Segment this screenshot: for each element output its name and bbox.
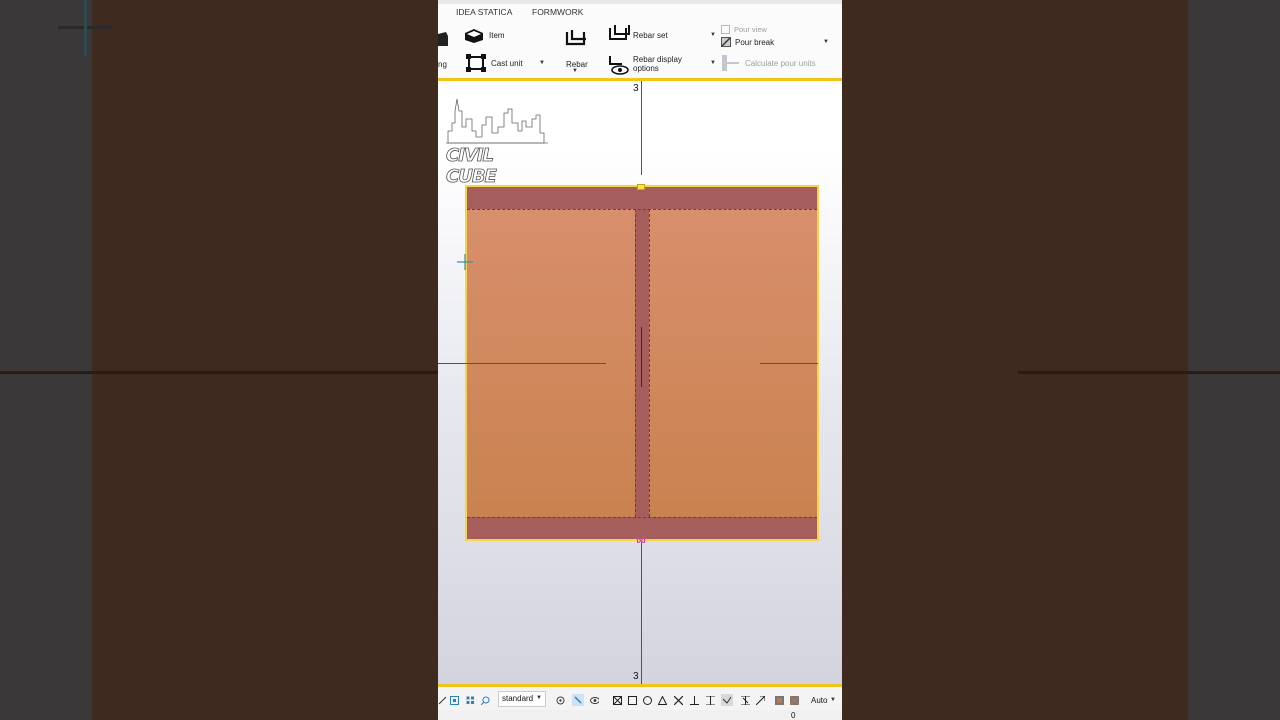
snap-perpendicular-icon[interactable] [690,696,699,705]
pour-break-icon[interactable] [721,37,731,47]
snap-arrow-icon[interactable] [756,696,765,705]
tab-formwork[interactable]: FORMWORK [532,7,583,17]
grid-line-vertical-bottom [641,541,642,684]
background-grid-line [0,371,438,374]
pour-view-icon [721,25,730,34]
snap-intersection-icon[interactable] [674,696,683,705]
cast-unit-button[interactable]: Cast unit [491,59,523,68]
snap-component-icon[interactable] [790,696,799,705]
rebar-display-label-line1: Rebar display [633,55,682,64]
background-strip-right [1188,0,1280,720]
pour-break-button[interactable]: Pour break [735,38,774,47]
pour-view-button: Pour view [734,25,767,34]
background-left [0,0,438,720]
pour-break-dropdown-icon[interactable]: ▼ [823,39,829,45]
snap-line-extension-icon[interactable] [706,696,715,705]
calculate-pour-units-icon [722,55,739,71]
partial-button-label: ng [438,60,447,69]
auto-select[interactable]: Auto [811,696,827,705]
rebar-display-label-line2: options [633,64,659,73]
start-handle-icon[interactable] [637,184,645,190]
dashed-edge-web-left [635,209,636,517]
city-skyline-icon [446,98,548,144]
logo-text: CIVIL CUBE [446,145,498,188]
snap-geometry-icon[interactable] [628,696,637,705]
tab-idea-statica[interactable]: IDEA STATICA [456,7,512,17]
coordinate-readout: 0 [791,711,796,720]
filter-select-value: standard [502,694,534,703]
filter-select[interactable]: standard ▼ [498,691,546,707]
grid-line-horizontal-left [438,363,606,364]
background-strip-left [0,0,92,720]
background-grid-line-right [1018,371,1280,374]
cursor-crosshair-icon [457,254,473,270]
zoom-icon[interactable] [481,696,490,705]
model-view[interactable]: 3 3 CIVIL CUBE [438,81,842,684]
snap-reference-icon[interactable] [613,696,622,705]
civil-cube-logo: CIVIL CUBE [446,97,548,187]
select-components-icon[interactable] [450,696,459,705]
grid-line-vertical-center [641,327,642,387]
rebar-dropdown-icon[interactable]: ▼ [572,68,578,74]
snap-free-icon[interactable] [741,696,750,705]
grid-line-vertical-top [641,81,642,175]
dashed-edge-top [467,209,817,210]
cast-unit-dropdown-icon[interactable]: ▼ [539,60,545,66]
rebar-set-dropdown-icon[interactable]: ▼ [710,32,716,38]
item-icon[interactable] [463,26,485,44]
rebar-display-eye-icon[interactable] [608,54,630,76]
ribbon-top-edge [438,0,842,4]
grid-label-top: 3 [633,83,639,94]
auto-select-dropdown-icon[interactable]: ▼ [830,697,836,703]
snap-center-icon[interactable] [643,696,652,705]
cast-unit-icon[interactable] [466,54,486,72]
rebar-set-icon[interactable] [607,24,631,44]
end-handle-icon[interactable] [637,537,645,543]
select-objects-icon[interactable] [466,696,475,705]
snap-midpoint-icon[interactable] [658,696,667,705]
ribbon: IDEA STATICA FORMWORK ng Item Cast unit … [438,0,842,81]
background-right [842,0,1280,720]
grid-label-bottom: 3 [633,671,639,682]
filter-select-dropdown-icon: ▼ [536,695,542,701]
calculate-pour-units-button: Calculate pour units [745,59,816,68]
item-button[interactable]: Item [489,31,505,40]
tekla-window: IDEA STATICA FORMWORK ng Item Cast unit … [438,0,842,720]
snap-part-icon[interactable] [775,696,784,705]
grid-line-horizontal-right [760,363,818,364]
background-crosshair-vertical [84,0,87,56]
select-tool-icon[interactable] [438,696,447,705]
concrete-item-icon[interactable] [438,30,448,48]
view-visibility-icon[interactable] [590,696,599,705]
rebar-icon[interactable] [564,28,588,50]
dashed-edge-web-right [649,209,650,517]
coordinate-bar: 0 [438,710,842,720]
rebar-display-options-button[interactable]: Rebar display options [633,55,682,73]
rebar-display-dropdown-icon[interactable]: ▼ [710,60,716,66]
select-switch-icon[interactable] [572,694,584,706]
dashed-edge-bottom [467,517,817,518]
snap-nearest-icon[interactable] [721,694,733,706]
snap-settings-icon[interactable] [556,696,565,705]
rebar-set-button[interactable]: Rebar set [633,31,668,40]
